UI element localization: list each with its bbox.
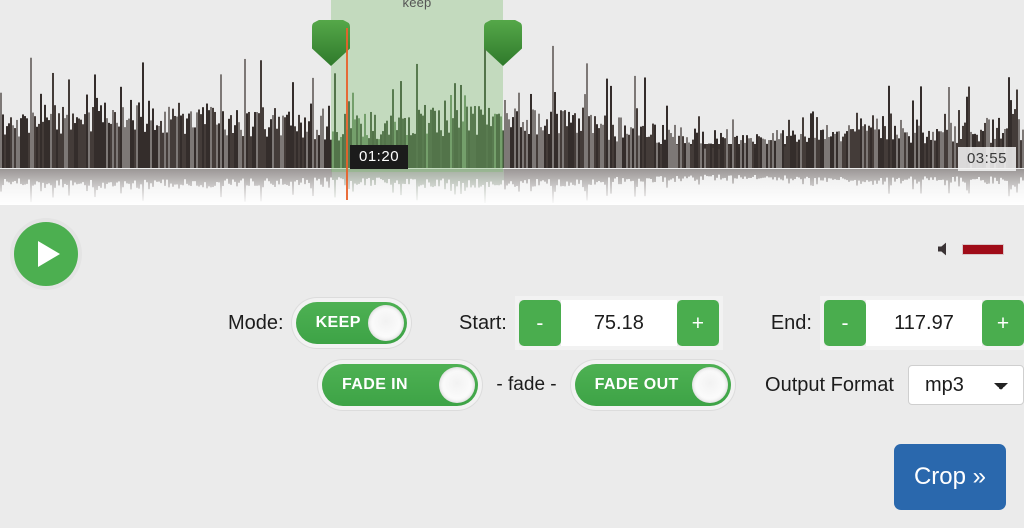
output-format-label: Output Format xyxy=(765,373,894,396)
controls-panel: Mode: KEEP Start: - + End: - + FADE IN -… xyxy=(0,296,1024,412)
start-stepper[interactable]: - + xyxy=(518,300,719,346)
mode-toggle[interactable]: KEEP xyxy=(295,302,408,344)
mode-toggle-label: KEEP xyxy=(315,314,361,331)
speaker-icon[interactable] xyxy=(936,240,954,258)
end-increment-button[interactable]: + xyxy=(982,300,1024,346)
end-label: End: xyxy=(770,311,812,334)
fade-out-toggle-knob[interactable] xyxy=(692,367,729,403)
end-value-input[interactable] xyxy=(866,300,982,346)
fade-in-toggle-knob[interactable] xyxy=(439,367,476,403)
play-button[interactable] xyxy=(14,222,78,286)
mode-toggle-knob[interactable] xyxy=(368,305,405,341)
crop-button[interactable]: Crop » xyxy=(894,444,1006,510)
controls-row-fade: FADE IN - fade - FADE OUT Output Format … xyxy=(0,358,1024,412)
waveform-panel[interactable]: keep 01:20 03:55 xyxy=(0,0,1024,205)
fade-separator-label: - fade - xyxy=(496,374,557,395)
fade-in-toggle-label: FADE IN xyxy=(342,376,408,393)
controls-row-primary: Mode: KEEP Start: - + End: - + xyxy=(0,296,1024,350)
start-value-input[interactable] xyxy=(560,300,677,346)
fade-in-toggle[interactable]: FADE IN xyxy=(322,364,479,406)
mode-label: Mode: xyxy=(228,311,284,334)
start-increment-button[interactable]: + xyxy=(676,300,719,346)
play-triangle-icon xyxy=(38,241,60,267)
total-duration-label: 03:55 xyxy=(957,147,1016,171)
fade-out-toggle-label: FADE OUT xyxy=(594,376,679,393)
output-format-group: Output Format mp3 xyxy=(765,365,1024,405)
end-stepper[interactable]: - + xyxy=(824,300,1024,346)
output-format-select[interactable]: mp3 xyxy=(907,365,1024,405)
end-decrement-button[interactable]: - xyxy=(824,300,866,346)
playhead-time-label: 01:20 xyxy=(350,145,409,169)
start-decrement-button[interactable]: - xyxy=(518,300,561,346)
playhead-line xyxy=(346,28,348,200)
volume-slider[interactable] xyxy=(962,243,1004,255)
volume-control[interactable] xyxy=(936,240,1004,258)
fade-out-toggle[interactable]: FADE OUT xyxy=(574,364,732,406)
start-label: Start: xyxy=(459,311,507,334)
